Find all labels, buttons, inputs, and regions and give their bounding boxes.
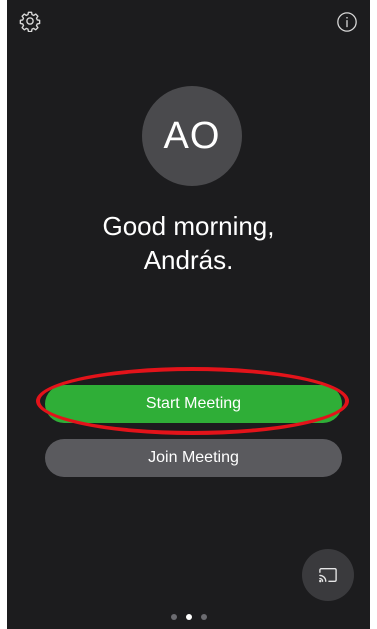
page-dot	[200, 614, 207, 620]
avatar[interactable]: AO	[142, 86, 242, 186]
page-indicator[interactable]	[7, 614, 370, 620]
screen-share-button[interactable]	[302, 549, 354, 601]
avatar-initials: AO	[163, 114, 221, 157]
page-dot-active	[185, 614, 192, 620]
join-meeting-button[interactable]: Join Meeting	[45, 439, 342, 477]
gear-icon[interactable]	[19, 10, 41, 33]
start-meeting-button[interactable]: Start Meeting	[45, 385, 342, 423]
info-icon[interactable]	[336, 11, 358, 33]
greeting-line-2: András.	[143, 245, 234, 275]
page-dot	[170, 614, 177, 620]
home-screen: AO Good morning, András. Start Meeting J…	[7, 0, 370, 629]
screen-share-icon	[319, 568, 337, 583]
greeting: Good morning, András.	[7, 209, 370, 277]
greeting-line-1: Good morning,	[102, 211, 275, 241]
